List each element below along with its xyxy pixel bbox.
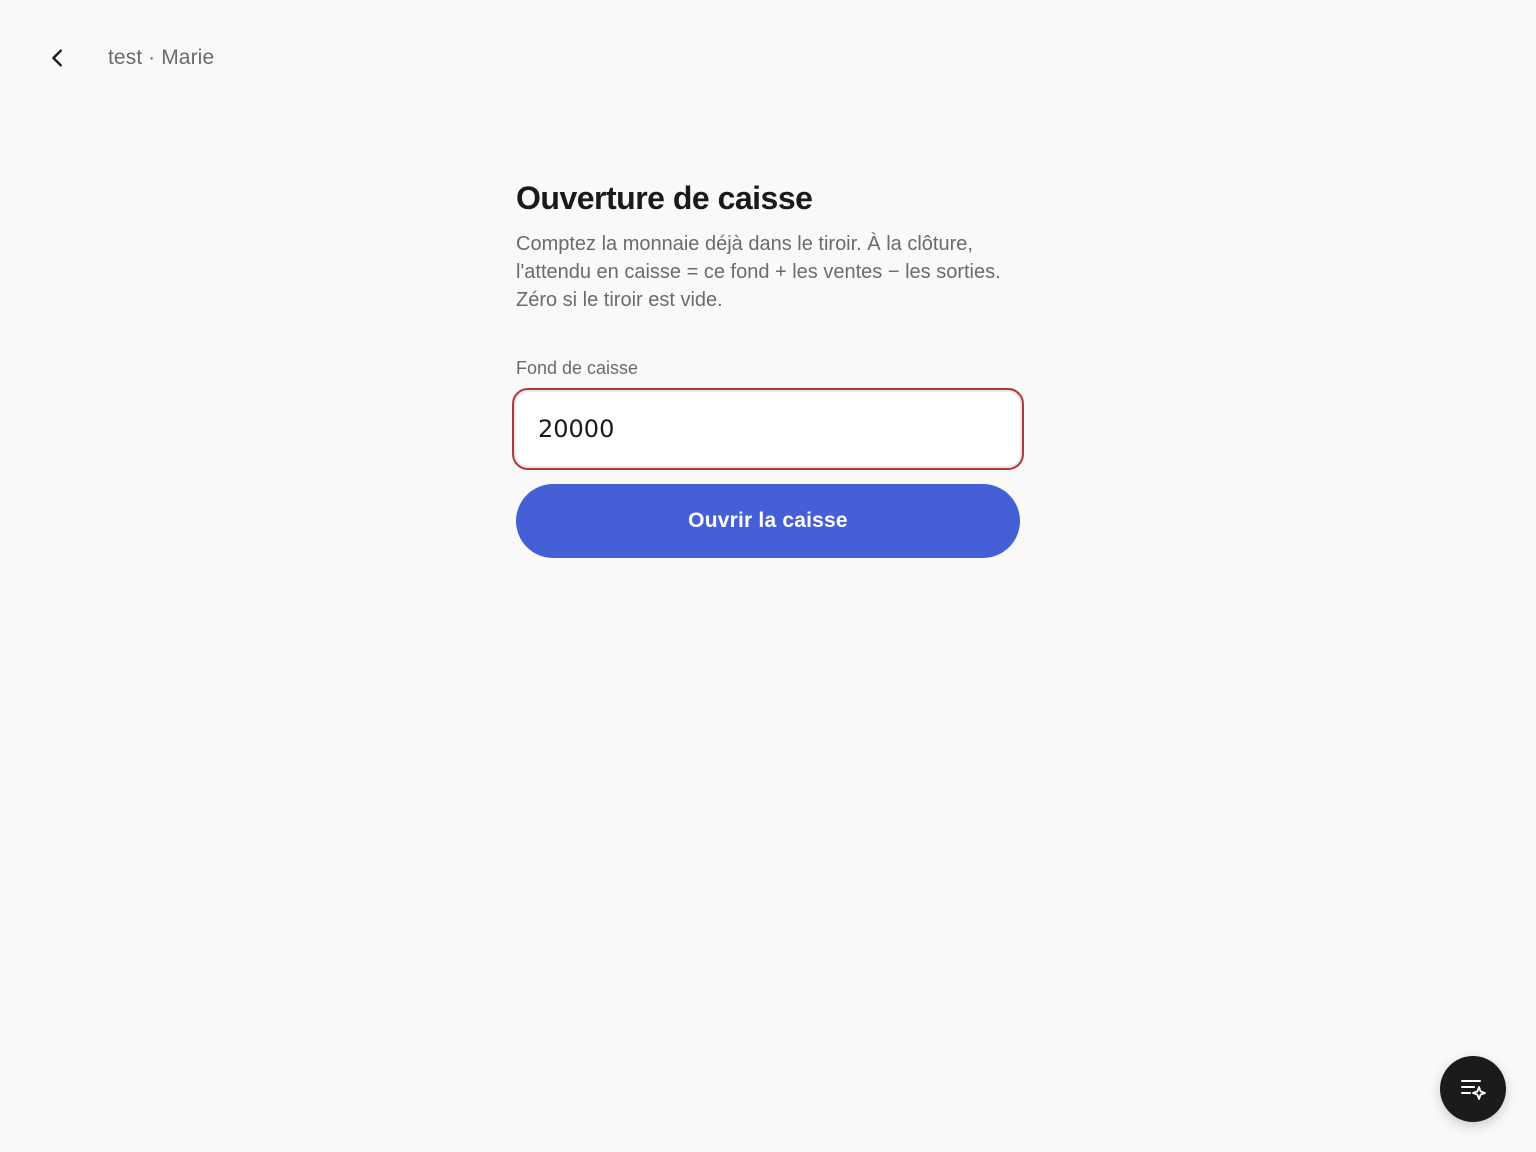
chevron-left-icon [52,49,62,67]
list-sparkle-icon [1461,1080,1486,1100]
back-button[interactable] [40,36,76,80]
float-amount-input[interactable] [512,388,1024,470]
assistant-fab-button[interactable] [1440,1056,1506,1122]
open-register-button[interactable]: Ouvrir la caisse [516,484,1020,558]
cash-opening-form: Ouverture de caisse Comptez la monnaie d… [512,176,1024,558]
page-title: Ouverture de caisse [516,180,813,216]
top-bar: test · Marie [40,36,214,80]
float-field-wrapper [512,388,1024,470]
float-field-label: Fond de caisse [516,358,639,378]
page-description: Comptez la monnaie déjà dans le tiroir. … [516,233,1001,311]
page: test · Marie Ouverture de caisse Comptez… [0,0,1536,1152]
breadcrumb: test · Marie [108,46,215,69]
